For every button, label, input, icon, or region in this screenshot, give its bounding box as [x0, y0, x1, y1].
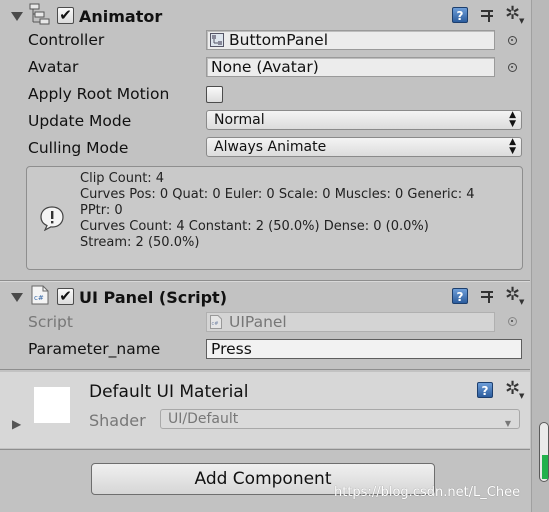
- scrollbar[interactable]: [531, 0, 549, 512]
- avatar-label: Avatar: [28, 58, 79, 76]
- fold-arrow-icon[interactable]: [11, 12, 23, 21]
- info-line: Clip Count: 4: [80, 171, 165, 186]
- preset-icon[interactable]: [479, 7, 495, 23]
- help-icon[interactable]: ?: [452, 288, 468, 304]
- update-mode-dropdown[interactable]: Normal ▲ ▼: [206, 110, 522, 130]
- shader-label: Shader: [89, 411, 146, 430]
- ui-panel-title: UI Panel (Script): [79, 288, 228, 307]
- fold-arrow-icon[interactable]: [11, 293, 23, 302]
- controller-label: Controller: [28, 31, 105, 49]
- svg-text:c#: c#: [34, 294, 44, 302]
- info-line: Curves Count: 4 Constant: 2 (50.0%) Dens…: [80, 219, 429, 234]
- animator-icon: [29, 3, 50, 25]
- checkmark-icon: ✔: [59, 6, 72, 24]
- help-icon[interactable]: ?: [477, 382, 493, 398]
- update-mode-value: Normal: [214, 112, 265, 128]
- avatar-field[interactable]: None (Avatar): [206, 57, 495, 77]
- add-component-label: Add Component: [194, 469, 332, 489]
- info-line: Stream: 2 (50.0%): [80, 235, 200, 250]
- checkmark-icon: ✔: [59, 287, 72, 305]
- shader-value: UI/Default: [168, 411, 239, 427]
- animator-enabled-checkbox[interactable]: ✔: [57, 7, 74, 24]
- csharp-file-icon: c#: [210, 315, 222, 329]
- script-label: Script: [28, 313, 73, 331]
- ui-panel-enabled-checkbox[interactable]: ✔: [57, 288, 74, 305]
- material-preview: [34, 387, 70, 423]
- gear-dropdown-icon[interactable]: ▼: [519, 298, 524, 306]
- svg-text:c#: c#: [212, 321, 219, 327]
- watermark-text: https://blog.csdn.net/L_Chee: [334, 485, 521, 500]
- help-icon[interactable]: ?: [452, 7, 468, 23]
- apply-root-motion-label: Apply Root Motion: [28, 85, 170, 103]
- update-mode-label: Update Mode: [28, 112, 132, 130]
- parameter-name-input[interactable]: Press: [206, 339, 522, 359]
- shader-dropdown: UI/Default ▼: [160, 409, 520, 429]
- culling-mode-dropdown[interactable]: Always Animate ▲ ▼: [206, 137, 522, 157]
- scrollbar-green-indicator: [542, 455, 548, 479]
- updown-arrow-icon: ▲ ▼: [509, 137, 516, 156]
- script-field: UIPanel: [206, 312, 495, 332]
- gear-icon[interactable]: ✲: [505, 286, 520, 304]
- fold-closed-icon[interactable]: ▶: [12, 417, 21, 431]
- updown-arrow-icon: ▲ ▼: [509, 110, 516, 129]
- controller-field[interactable]: ButtomPanel: [206, 30, 495, 50]
- component-divider: [0, 369, 530, 370]
- material-title: Default UI Material: [89, 382, 249, 402]
- script-value: UIPanel: [229, 313, 287, 331]
- apply-root-motion-checkbox[interactable]: [206, 86, 223, 103]
- gear-dropdown-icon[interactable]: ▼: [519, 17, 524, 25]
- culling-mode-value: Always Animate: [214, 139, 327, 155]
- info-line: Curves Pos: 0 Quat: 0 Euler: 0 Scale: 0 …: [80, 187, 475, 202]
- object-picker-icon: [508, 317, 517, 326]
- info-speech-icon: [40, 206, 64, 231]
- parameter-name-value: Press: [211, 340, 252, 358]
- gear-icon[interactable]: ✲: [505, 380, 520, 398]
- avatar-value: None (Avatar): [211, 58, 319, 76]
- animator-info-box: Clip Count: 4 Curves Pos: 0 Quat: 0 Eule…: [26, 166, 523, 270]
- controller-value: ButtomPanel: [229, 31, 329, 49]
- gear-dropdown-icon[interactable]: ▼: [519, 392, 524, 400]
- parameter-name-label: Parameter_name: [28, 340, 161, 358]
- culling-mode-label: Culling Mode: [28, 139, 129, 157]
- csharp-script-icon: c#: [31, 285, 49, 305]
- info-line: PPtr: 0: [80, 203, 123, 218]
- animator-title: Animator: [79, 7, 163, 26]
- component-divider: [0, 449, 530, 450]
- gear-icon[interactable]: ✲: [505, 5, 520, 23]
- animator-controller-icon: [210, 33, 224, 47]
- chevron-down-icon: ▼: [504, 419, 511, 428]
- preset-icon[interactable]: [479, 288, 495, 304]
- object-picker-icon[interactable]: [508, 36, 517, 45]
- object-picker-icon[interactable]: [508, 63, 517, 72]
